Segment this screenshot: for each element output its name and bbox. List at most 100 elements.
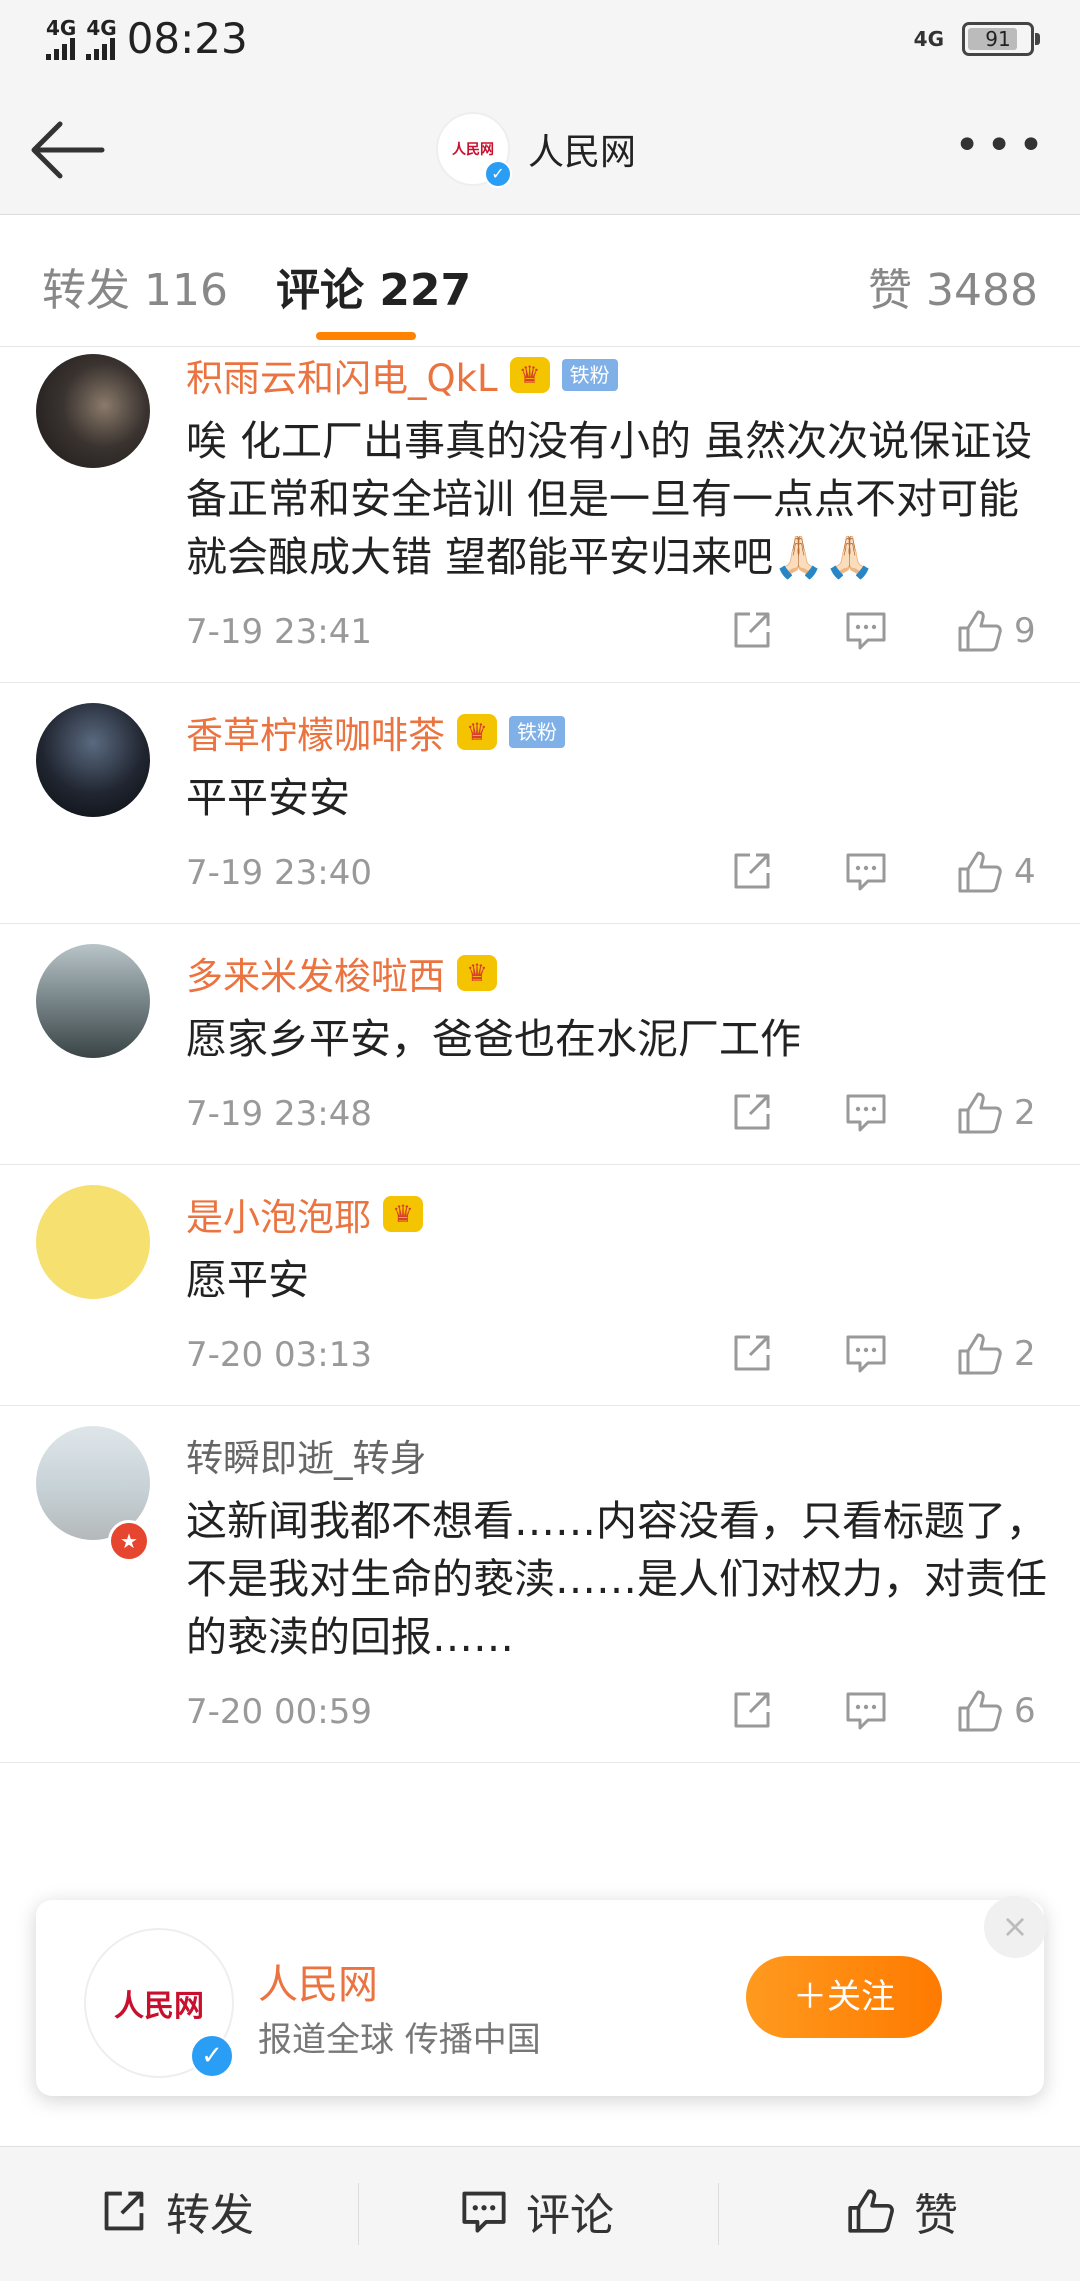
like-button[interactable]: 9	[956, 608, 1036, 654]
crown-icon: ♛	[509, 357, 550, 393]
like-button[interactable]: 2	[956, 1090, 1036, 1136]
reply-button[interactable]	[844, 1688, 888, 1732]
top-nav-bar: 人民网 ✓ 人民网 •••	[0, 84, 1080, 215]
avatar[interactable]	[36, 1185, 150, 1299]
comment-item: 香草柠檬咖啡茶 ♛ 铁粉 平平安安 7-19 23:40 4	[0, 683, 1080, 924]
avatar[interactable]	[36, 354, 150, 468]
comment-label: 评论	[526, 2190, 614, 2241]
network-label-right: 4G	[913, 27, 944, 51]
like-button[interactable]: 赞	[846, 2179, 958, 2243]
follow-button[interactable]: ＋关注	[746, 1956, 942, 2038]
account-title: 人民网	[528, 132, 637, 173]
back-arrow-icon	[31, 121, 105, 179]
comment-meta: 7-19 23:48 2	[186, 1068, 1050, 1164]
repost-button[interactable]: 转发	[100, 2179, 254, 2243]
comment-tabs: 转发 116 评论 227 赞 3488	[0, 216, 1080, 347]
tab-comment[interactable]: 评论 227	[276, 254, 471, 318]
tab-like[interactable]: 赞 3488	[868, 254, 1038, 318]
comment-text: 这新闻我都不想看……内容没看，只看标题了，不是我对生命的亵渎……是人们对权力，对…	[186, 1497, 1047, 1661]
comment-time: 7-19 23:48	[186, 1094, 372, 1134]
username-row: 积雨云和闪电_QkL ♛ 铁粉	[186, 348, 1050, 402]
thumb-up-icon	[848, 2189, 894, 2233]
comment-meta: 7-20 03:13 2	[186, 1309, 1050, 1405]
thumb-up-icon	[958, 1333, 1002, 1375]
like-label: 赞	[914, 2190, 958, 2241]
username-row: 香草柠檬咖啡茶 ♛ 铁粉	[186, 705, 1050, 759]
popup-account-name[interactable]: 人民网	[258, 1952, 378, 2010]
username[interactable]: 转瞬即逝_转身	[186, 1428, 427, 1482]
account-logo: 人民网 ✓	[436, 112, 512, 188]
comment-text: 愿家乡平安，爸爸也在水泥厂工作	[186, 1015, 801, 1063]
like-count: 9	[1014, 611, 1036, 651]
share-icon	[734, 1692, 770, 1728]
username[interactable]: 积雨云和闪电_QkL	[186, 348, 498, 402]
avatar[interactable]	[36, 703, 150, 817]
member-badge-icon: ★	[108, 1520, 150, 1562]
username-row: 是小泡泡耶 ♛	[186, 1187, 1050, 1241]
comment-list: 积雨云和闪电_QkL ♛ 铁粉 唉 化工厂出事真的没有小的 虽然次次说保证设备正…	[0, 348, 1080, 1763]
logo-text: 人民网	[452, 142, 494, 158]
reply-button[interactable]	[844, 608, 888, 652]
comment-time: 7-19 23:41	[186, 612, 372, 652]
signal-1: 4G	[46, 18, 76, 60]
comment-button[interactable]: 评论	[460, 2179, 614, 2243]
comment-item: 多来米发梭啦西 ♛ 愿家乡平安，爸爸也在水泥厂工作 7-19 23:48 2	[0, 924, 1080, 1165]
comment-icon	[462, 2191, 506, 2233]
network-label-1: 4G	[46, 15, 77, 40]
comment-text: 愿平安	[186, 1256, 309, 1304]
username[interactable]: 是小泡泡耶	[186, 1187, 371, 1241]
signal-2: 4G	[86, 15, 117, 60]
username-row: 转瞬即逝_转身	[186, 1428, 1050, 1482]
share-icon	[734, 1335, 770, 1371]
status-left: 4G 4G 08:23	[46, 14, 248, 63]
like-button[interactable]: 4	[956, 849, 1036, 895]
status-bar: 4G 4G 08:23 4G 91	[0, 0, 1080, 84]
more-options-icon[interactable]: •••	[954, 124, 1050, 168]
battery-icon: 91	[962, 22, 1040, 56]
comment-icon	[846, 1335, 886, 1373]
comment-time: 7-20 00:59	[186, 1692, 372, 1732]
tab-repost[interactable]: 转发 116	[42, 254, 228, 318]
account-header[interactable]: 人民网 ✓ 人民网	[436, 112, 637, 188]
thumb-up-icon	[958, 1092, 1002, 1134]
thumb-up-icon	[958, 1690, 1002, 1732]
username[interactable]: 香草柠檬咖啡茶	[186, 705, 445, 759]
share-button[interactable]	[730, 1688, 774, 1732]
comment-time: 7-20 03:13	[186, 1335, 372, 1375]
like-button[interactable]: 6	[956, 1688, 1036, 1734]
like-button[interactable]: 2	[956, 1331, 1036, 1377]
comment-meta: 7-20 00:59 6	[186, 1666, 1050, 1762]
comment-icon	[846, 612, 886, 650]
reply-button[interactable]	[844, 1331, 888, 1375]
reply-button[interactable]	[844, 1090, 888, 1134]
comment-meta: 7-19 23:40 4	[186, 827, 1050, 923]
comment-meta: 7-19 23:41 9	[186, 586, 1050, 682]
username-row: 多来米发梭啦西 ♛	[186, 946, 1050, 1000]
comment-item: 是小泡泡耶 ♛ 愿平安 7-20 03:13 2	[0, 1165, 1080, 1406]
share-icon	[104, 2191, 144, 2231]
comment-item: 积雨云和闪电_QkL ♛ 铁粉 唉 化工厂出事真的没有小的 虽然次次说保证设备正…	[0, 348, 1080, 683]
username[interactable]: 多来米发梭啦西	[186, 946, 445, 1000]
popup-logo-text: 人民网	[114, 1989, 204, 2024]
avatar[interactable]	[36, 944, 150, 1058]
close-icon[interactable]: ×	[984, 1896, 1046, 1958]
share-button[interactable]	[730, 1090, 774, 1134]
comment-icon	[846, 1692, 886, 1730]
popup-slogan: 报道全球 传播中国	[258, 2020, 541, 2060]
reply-button[interactable]	[844, 849, 888, 893]
network-label-2: 4G	[86, 15, 117, 40]
back-button[interactable]	[26, 118, 106, 182]
status-time: 08:23	[126, 14, 248, 63]
share-button[interactable]	[730, 849, 774, 893]
popup-account-logo[interactable]: 人民网 ✓	[84, 1928, 234, 2078]
bottom-action-bar: 转发 评论 赞	[0, 2146, 1080, 2281]
active-tab-indicator	[316, 332, 416, 340]
comment-text: 唉 化工厂出事真的没有小的 虽然次次说保证设备正常和安全培训 但是一旦有一点点不…	[186, 417, 1033, 581]
share-button[interactable]	[730, 1331, 774, 1375]
verified-icon: ✓	[484, 160, 512, 188]
battery-percent: 91	[985, 27, 1011, 51]
comment-icon	[846, 853, 886, 891]
fan-badge: 铁粉	[561, 359, 618, 391]
crown-icon: ♛	[383, 1196, 423, 1232]
share-button[interactable]	[730, 608, 774, 652]
